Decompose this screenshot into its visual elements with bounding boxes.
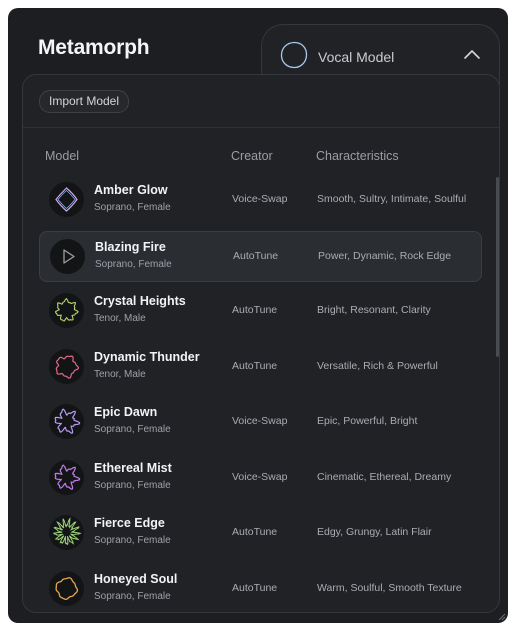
model-characteristics: Warm, Soulful, Smooth Texture bbox=[317, 581, 462, 594]
model-row[interactable]: Dynamic Thunder Tenor, Male AutoTune Versat… bbox=[39, 342, 482, 393]
import-model-button[interactable]: Import Model bbox=[39, 90, 130, 113]
star-blob-icon bbox=[49, 404, 84, 439]
model-row[interactable]: Amber Glow Soprano, Female Voice-Swap Smoot… bbox=[39, 175, 482, 226]
model-row[interactable]: Fierce Edge Soprano, Female AutoTune Edgy, … bbox=[39, 508, 482, 559]
model-voice-type: Soprano, Female bbox=[94, 590, 171, 602]
vocal-model-label: Vocal Model bbox=[318, 49, 395, 65]
model-voice-type: Soprano, Female bbox=[94, 535, 171, 546]
model-name: Ethereal Mist bbox=[94, 460, 172, 475]
model-creator: Voice-Swap bbox=[232, 415, 288, 427]
scrollbar-thumb[interactable] bbox=[496, 177, 499, 357]
model-voice-type: Tenor, Male bbox=[94, 368, 146, 380]
metamorph-window: Metamorph Vocal Model Import Model Model… bbox=[8, 8, 508, 623]
model-name: Dynamic Thunder bbox=[94, 349, 200, 364]
model-name: Crystal Heights bbox=[94, 294, 186, 308]
model-name: Amber Glow bbox=[94, 183, 168, 197]
model-creator: Voice-Swap bbox=[232, 193, 288, 205]
spiky-burst-icon bbox=[49, 515, 84, 550]
model-panel: Import Model Model Creator Characteristi… bbox=[22, 74, 500, 613]
model-creator: AutoTune bbox=[233, 249, 279, 262]
diamond-wave-icon bbox=[49, 182, 84, 217]
model-characteristics: Smooth, Sultry, Intimate, Soulful bbox=[317, 193, 467, 205]
wobble-circle-icon bbox=[49, 348, 84, 384]
app-title: Metamorph bbox=[38, 36, 150, 59]
model-row[interactable]: Ethereal Mist Soprano, Female Voice-Swap Ci… bbox=[39, 453, 482, 504]
column-header-characteristics[interactable]: Characteristics bbox=[316, 149, 399, 163]
model-characteristics: Versatile, Rich & Powerful bbox=[317, 359, 438, 372]
jagged-circle-icon bbox=[49, 293, 84, 328]
column-header-creator[interactable]: Creator bbox=[231, 149, 273, 163]
model-characteristics: Power, Dynamic, Rock Edge bbox=[318, 249, 452, 262]
model-characteristics: Cinematic, Ethereal, Dreamy bbox=[317, 470, 452, 483]
chevron-up-icon[interactable] bbox=[463, 47, 481, 61]
model-creator: AutoTune bbox=[232, 526, 278, 538]
model-voice-type: Tenor, Male bbox=[94, 313, 146, 324]
model-name: Fierce Edge bbox=[94, 516, 165, 530]
model-creator: AutoTune bbox=[232, 304, 278, 316]
model-row[interactable]: Honeyed Soul Soprano, Female AutoTune Warm,… bbox=[39, 564, 482, 613]
model-voice-type: Soprano, Female bbox=[94, 424, 171, 435]
circle-logo-icon bbox=[280, 41, 308, 69]
model-row[interactable]: Crystal Heights Tenor, Male AutoTune Bright… bbox=[39, 286, 482, 337]
model-characteristics: Epic, Powerful, Bright bbox=[317, 415, 418, 427]
column-header-model[interactable]: Model bbox=[45, 149, 79, 163]
model-name: Epic Dawn bbox=[94, 405, 158, 419]
model-characteristics: Edgy, Grungy, Latin Flair bbox=[317, 526, 432, 538]
model-voice-type: Soprano, Female bbox=[94, 202, 171, 213]
model-name: Honeyed Soul bbox=[94, 571, 178, 586]
resize-handle-icon[interactable] bbox=[496, 611, 506, 621]
play-icon[interactable] bbox=[50, 238, 85, 274]
model-voice-type: Soprano, Female bbox=[94, 479, 171, 491]
model-characteristics: Bright, Resonant, Clarity bbox=[317, 304, 431, 316]
model-name: Blazing Fire bbox=[95, 239, 166, 254]
model-row[interactable]: Epic Dawn Soprano, Female Voice-Swap Epic, … bbox=[39, 397, 482, 448]
model-voice-type: Soprano, Female bbox=[95, 258, 172, 270]
model-row[interactable]: Blazing Fire Soprano, Female AutoTune Power… bbox=[39, 230, 482, 282]
model-creator: Voice-Swap bbox=[232, 470, 288, 483]
panel-divider bbox=[23, 127, 499, 128]
star-blob-icon bbox=[49, 459, 84, 495]
soft-circle-icon bbox=[49, 570, 84, 606]
model-creator: AutoTune bbox=[232, 359, 278, 372]
model-creator: AutoTune bbox=[232, 581, 278, 594]
